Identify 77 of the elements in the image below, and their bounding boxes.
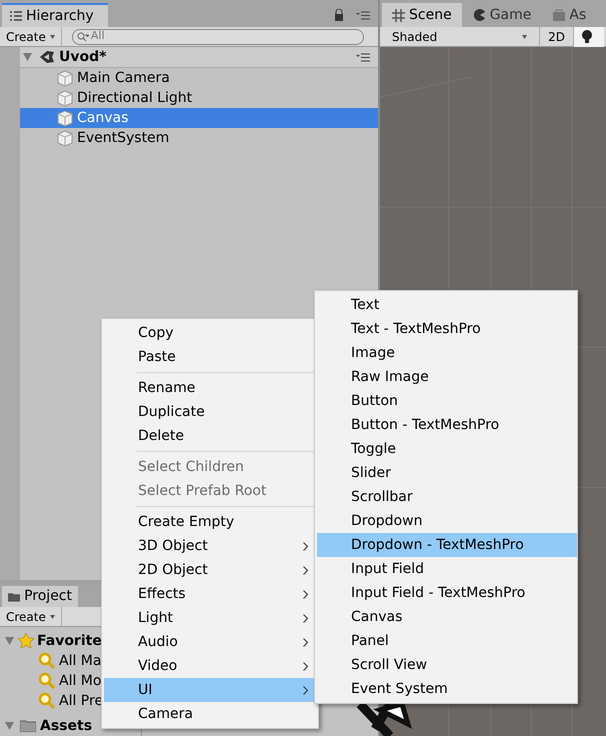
menu-item[interactable]: Delete	[104, 424, 318, 448]
grid-icon	[392, 8, 405, 22]
menu-item[interactable]: Paste	[104, 345, 318, 369]
cube-icon	[57, 90, 73, 106]
menu-item[interactable]: Effects	[104, 582, 318, 606]
search-icon	[38, 692, 56, 710]
cube-icon	[57, 110, 73, 126]
hierarchy-item[interactable]: Main Camera	[20, 68, 378, 88]
menu-item[interactable]: Button - TextMeshPro	[317, 413, 577, 437]
project-tab[interactable]: Project	[2, 586, 78, 607]
folder-icon	[20, 720, 36, 732]
scene-menu-icon[interactable]	[356, 52, 370, 62]
list-icon	[10, 11, 22, 21]
panel-menu-icon[interactable]	[356, 11, 370, 20]
scene-name: Uvod*	[59, 48, 106, 66]
search-field[interactable]: All	[72, 28, 364, 44]
chevron-right-icon	[303, 566, 308, 574]
cube-icon	[57, 130, 73, 146]
assets-label[interactable]: Assets	[40, 716, 92, 736]
menu-item[interactable]: Rename	[104, 376, 318, 400]
menu-item[interactable]: Scrollbar	[317, 485, 577, 509]
lighting-toggle[interactable]	[574, 26, 604, 46]
menu-item[interactable]: 3D Object	[104, 534, 318, 558]
menu-item[interactable]: Image	[317, 341, 577, 365]
lightbulb-icon	[582, 30, 592, 44]
menu-item[interactable]: Panel	[317, 629, 577, 653]
expand-arrow-icon[interactable]	[23, 53, 32, 61]
menu-item[interactable]: Copy	[104, 321, 318, 345]
favorite-item[interactable]: All Mo	[59, 670, 102, 692]
menu-item[interactable]: Video	[104, 654, 318, 678]
expand-arrow-icon[interactable]	[5, 637, 14, 645]
chevron-right-icon	[303, 638, 308, 646]
menu-item[interactable]: Input Field - TextMeshPro	[317, 581, 577, 605]
menu-item[interactable]: Toggle	[317, 437, 577, 461]
menu-item[interactable]: Dropdown	[317, 509, 577, 533]
bag-icon	[553, 9, 566, 21]
search-icon	[76, 32, 89, 42]
cube-icon	[57, 70, 73, 86]
folder-icon	[8, 592, 20, 602]
hierarchy-item[interactable]: Canvas	[20, 108, 378, 128]
menu-item[interactable]: Slider	[317, 461, 577, 485]
search-icon	[38, 672, 56, 690]
create-dropdown[interactable]: Create	[0, 606, 62, 626]
menu-item[interactable]: Dropdown - TextMeshPro	[317, 533, 577, 557]
caret-icon	[522, 34, 527, 38]
chevron-right-icon	[303, 590, 308, 598]
pacman-icon	[474, 9, 486, 21]
hierarchy-tab[interactable]: Hierarchy	[2, 3, 108, 27]
menu-item[interactable]: Button	[317, 389, 577, 413]
view-tab[interactable]: Scene	[382, 3, 462, 27]
caret-icon	[50, 614, 55, 618]
chevron-right-icon	[303, 662, 308, 670]
menu-item[interactable]: Scroll View	[317, 653, 577, 677]
chevron-right-icon	[303, 542, 308, 550]
menu-item[interactable]: Canvas	[317, 605, 577, 629]
hierarchy-item[interactable]: Directional Light	[20, 88, 378, 108]
caret-icon	[50, 34, 55, 38]
menu-item[interactable]: Raw Image	[317, 365, 577, 389]
menu-item[interactable]: Text	[317, 293, 577, 317]
menu-item[interactable]: Duplicate	[104, 400, 318, 424]
hierarchy-item[interactable]: EventSystem	[20, 128, 378, 148]
favorites-label[interactable]: Favorite	[37, 630, 102, 652]
favorite-item[interactable]: All Ma	[59, 650, 102, 672]
menu-item[interactable]: Audio	[104, 630, 318, 654]
menu-item[interactable]: Text - TextMeshPro	[317, 317, 577, 341]
star-icon	[18, 633, 34, 649]
menu-item[interactable]: Light	[104, 606, 318, 630]
chevron-right-icon	[303, 686, 308, 694]
lock-icon[interactable]	[334, 9, 344, 21]
menu-item[interactable]: Create Empty	[104, 510, 318, 534]
menu-item[interactable]: Camera	[104, 702, 318, 726]
expand-arrow-icon[interactable]	[5, 722, 14, 730]
chevron-right-icon	[303, 614, 308, 622]
menu-item[interactable]: Input Field	[317, 557, 577, 581]
menu-item[interactable]: 2D Object	[104, 558, 318, 582]
menu-item[interactable]: Event System	[317, 677, 577, 701]
search-icon	[38, 652, 56, 670]
